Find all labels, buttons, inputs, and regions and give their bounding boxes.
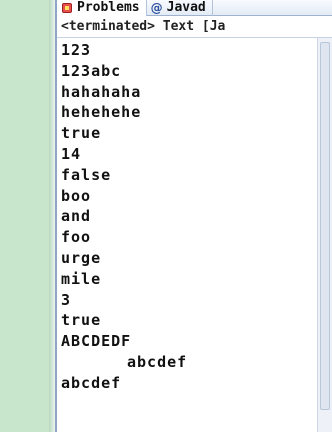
console-line: foo <box>61 228 92 247</box>
console-line: urge <box>61 248 102 267</box>
console-line: true <box>61 311 102 330</box>
tab-javadoc-label: Javad <box>166 0 206 15</box>
tab-javadoc[interactable]: @ Javad <box>147 0 213 16</box>
console-line: mile <box>61 269 102 288</box>
console-line: 3 <box>61 290 72 309</box>
console-line: 14 <box>61 144 82 163</box>
console-line: 123 <box>61 41 92 59</box>
console-header-label: <terminated> Text [Ja <box>61 19 226 34</box>
problems-icon <box>61 2 73 14</box>
console-output[interactable]: 123 123abc hahahaha hehehehe true 14 false boo a… <box>57 38 319 432</box>
console-header: <terminated> Text [Ja <box>57 16 332 38</box>
view-tabbar: Problems @ Javad <box>57 0 332 16</box>
scrollbar-thumb[interactable] <box>320 42 330 410</box>
console-line: boo <box>61 186 92 205</box>
tab-problems-label: Problems <box>77 0 140 15</box>
editor-gutter <box>0 0 55 432</box>
console-line: hehehehe <box>61 103 142 122</box>
console-view: Problems @ Javad <terminated> Text [Ja 1… <box>55 0 332 432</box>
console-line: hahahaha <box>61 82 142 101</box>
console-line: abcdef <box>127 352 188 371</box>
console-line: 123abc <box>61 61 122 80</box>
console-line: ABCDEDF <box>61 332 132 351</box>
console-line: false <box>61 165 112 184</box>
javadoc-icon: @ <box>150 0 163 15</box>
tab-problems[interactable]: Problems <box>57 0 147 16</box>
console-line: and <box>61 207 92 226</box>
console-line: true <box>61 124 102 143</box>
vertical-scrollbar[interactable] <box>317 38 332 432</box>
console-line: abcdef <box>61 373 122 392</box>
